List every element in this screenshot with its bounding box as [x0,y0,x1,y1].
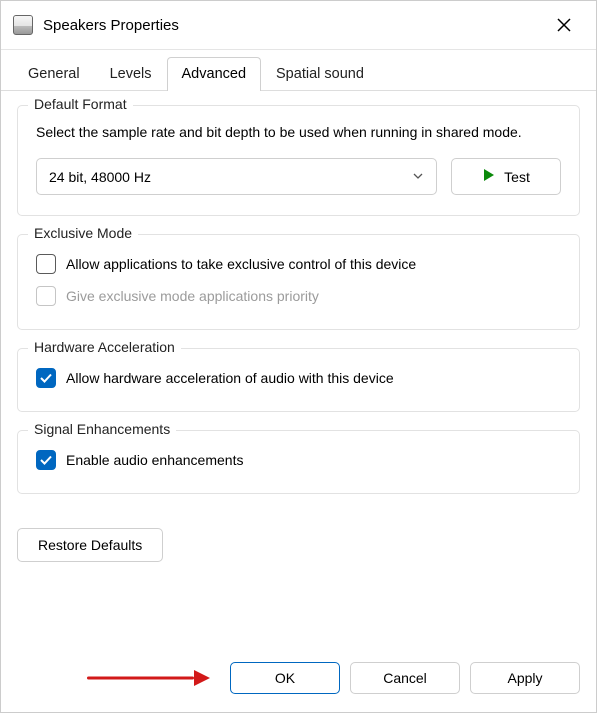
tab-content: Default Format Select the sample rate an… [1,91,596,648]
restore-row: Restore Defaults [17,528,580,562]
close-button[interactable] [544,9,584,41]
allow-exclusive-row: Allow applications to take exclusive con… [36,254,561,274]
default-format-description: Select the sample rate and bit depth to … [36,122,561,142]
test-button[interactable]: Test [451,158,561,195]
exclusive-mode-title: Exclusive Mode [28,225,138,241]
tab-bar: General Levels Advanced Spatial sound [1,50,596,91]
chevron-down-icon [412,169,424,185]
exclusive-priority-label: Give exclusive mode applications priorit… [66,288,319,304]
default-format-group: Default Format Select the sample rate an… [17,105,580,216]
close-icon [556,17,572,33]
apply-button[interactable]: Apply [470,662,580,694]
cancel-button[interactable]: Cancel [350,662,460,694]
allow-exclusive-checkbox[interactable] [36,254,56,274]
properties-window: Speakers Properties General Levels Advan… [0,0,597,713]
dialog-footer: OK Cancel Apply [1,648,596,712]
sample-rate-select[interactable]: 24 bit, 48000 Hz [36,158,437,195]
annotation-arrow [17,670,220,686]
tab-spatial[interactable]: Spatial sound [261,57,379,91]
test-label: Test [504,169,530,185]
allow-exclusive-label: Allow applications to take exclusive con… [66,256,416,272]
restore-defaults-button[interactable]: Restore Defaults [17,528,163,562]
titlebar: Speakers Properties [1,1,596,50]
sample-rate-value: 24 bit, 48000 Hz [49,169,151,185]
ok-button[interactable]: OK [230,662,340,694]
enable-enh-checkbox[interactable] [36,450,56,470]
enable-enh-label: Enable audio enhancements [66,452,243,468]
tab-levels[interactable]: Levels [95,57,167,91]
hardware-accel-row: Allow hardware acceleration of audio wit… [36,368,561,388]
speaker-icon [13,15,33,35]
hardware-accel-label: Allow hardware acceleration of audio wit… [66,370,394,386]
exclusive-priority-checkbox [36,286,56,306]
format-row: 24 bit, 48000 Hz Test [36,158,561,195]
window-title: Speakers Properties [43,17,544,34]
play-icon [482,168,496,185]
enable-enh-row: Enable audio enhancements [36,450,561,470]
signal-enh-title: Signal Enhancements [28,421,176,437]
default-format-title: Default Format [28,96,133,112]
signal-enh-group: Signal Enhancements Enable audio enhance… [17,430,580,494]
tab-general[interactable]: General [13,57,95,91]
hardware-accel-checkbox[interactable] [36,368,56,388]
hardware-accel-title: Hardware Acceleration [28,339,181,355]
exclusive-mode-group: Exclusive Mode Allow applications to tak… [17,234,580,330]
exclusive-priority-row: Give exclusive mode applications priorit… [36,286,561,306]
hardware-accel-group: Hardware Acceleration Allow hardware acc… [17,348,580,412]
tab-advanced[interactable]: Advanced [167,57,262,91]
